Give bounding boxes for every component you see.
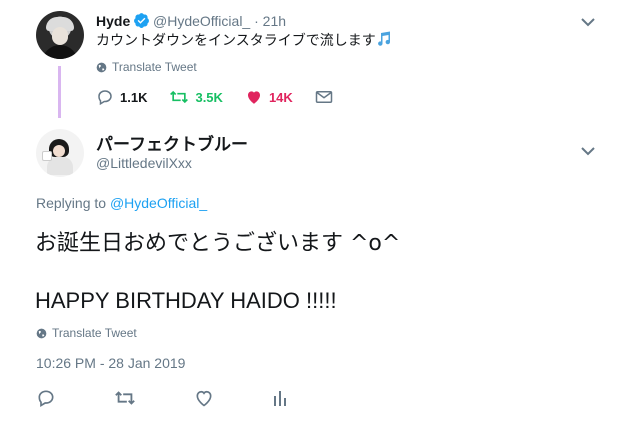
tweet-text: カウントダウンをインスタライブで流します [96,33,376,49]
retweet-count: 3.5K [195,89,223,105]
replying-prefix: Replying to [36,195,110,211]
heart-icon[interactable] [194,388,214,408]
avatar[interactable] [36,129,84,177]
translate-tweet-link[interactable]: Translate Tweet [36,326,137,340]
avatar-cup [42,151,52,161]
reply-count: 1.1K [120,89,148,105]
retweet-icon [170,90,189,104]
avatar-face [52,27,68,45]
reply-icon[interactable] [36,388,56,408]
analytics-icon[interactable] [272,388,288,408]
envelope-icon [315,91,333,103]
retweet-button[interactable]: 3.5K [169,88,223,106]
thread-line [58,66,61,118]
avatar[interactable] [36,11,84,59]
handle-and-time[interactable]: @HydeOfficial_ · 21h [153,13,286,29]
tweet-text-line-2: HAPPY BIRTHDAY HAIDO !!!!! [35,288,337,313]
direct-message-button[interactable] [315,89,333,105]
music-note-icon [378,31,391,46]
avatar-face [53,145,65,157]
chevron-down-icon[interactable] [581,146,595,156]
reply-button[interactable]: 1.1K [96,88,147,106]
globe-icon [96,62,107,72]
tweet-text-line-1: お誕生日おめでとうございます ^o^ [35,231,401,256]
reply-icon [98,90,112,106]
translate-label: Translate Tweet [112,60,197,74]
like-count: 14K [268,89,293,105]
chevron-down-icon[interactable] [581,17,595,27]
translate-label: Translate Tweet [52,326,137,340]
tweet-actions: 1.1K 3.5K 14K [96,88,355,106]
display-name[interactable]: パーフェクトブルー [96,130,248,155]
display-name[interactable]: Hyde [96,13,130,29]
avatar-body [42,45,78,59]
replying-to-link[interactable]: @HydeOfficial_ [110,195,207,211]
retweet-icon[interactable] [114,388,136,408]
like-button[interactable]: 14K [245,88,293,106]
replying-to: Replying to @HydeOfficial_ [36,195,207,211]
handle[interactable]: @LittledevilXxx [96,155,192,171]
translate-tweet-link[interactable]: Translate Tweet [96,60,197,74]
tweet-actions [36,388,346,408]
globe-icon [36,328,47,338]
timestamp[interactable]: 10:26 PM - 28 Jan 2019 [36,355,185,371]
heart-icon [247,91,260,104]
verified-badge-icon [134,13,149,28]
